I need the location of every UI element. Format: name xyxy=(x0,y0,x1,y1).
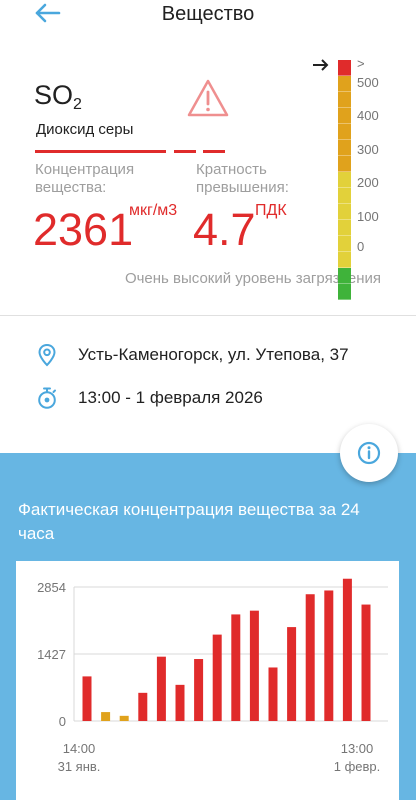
scale-segment xyxy=(338,108,351,124)
concentration-chart: 0 1427 2854 14:00 31 янв. 13:00 1 февр. xyxy=(37,578,388,774)
arrow-right-icon xyxy=(313,59,329,71)
location-row: Усть-Каменогорск, ул. Утепова, 37 xyxy=(0,335,416,375)
excess-value: 4.7 xyxy=(193,204,256,255)
bar xyxy=(342,578,352,721)
scale-segment xyxy=(338,156,351,172)
x-end-date-label: 1 февр. xyxy=(334,759,381,774)
formula-main: SO xyxy=(34,80,74,110)
bar xyxy=(82,676,92,721)
substance-screen: Вещество SO2 Диоксид серы Концентрация в… xyxy=(0,0,416,800)
scale-label: > xyxy=(357,56,365,71)
x-start-time-label: 14:00 xyxy=(63,741,96,756)
excess-underline-1 xyxy=(174,150,196,153)
bar xyxy=(231,614,241,721)
concentration-unit: мкг/м3 xyxy=(129,202,178,219)
app-header: Вещество xyxy=(0,0,416,44)
scale-segment xyxy=(338,60,351,76)
bar xyxy=(361,604,371,721)
chart-card: 0 1427 2854 14:00 31 янв. 13:00 1 февр. xyxy=(16,561,399,800)
scale-segment xyxy=(338,204,351,220)
concentration-value: 2361 xyxy=(33,204,134,255)
bar xyxy=(324,590,334,721)
concentration-label: Концентрация вещества: xyxy=(35,161,135,196)
scale-label: 0 xyxy=(357,239,365,254)
y-tick-label: 0 xyxy=(59,714,66,729)
concentration-underline xyxy=(35,150,166,153)
excess-unit: ПДК xyxy=(255,202,287,219)
scale-segment xyxy=(338,252,351,268)
scale-segment xyxy=(338,268,351,284)
time-row: 13:00 - 1 февраля 2026 xyxy=(0,378,416,418)
scale-segment xyxy=(338,236,351,252)
scale-segment xyxy=(338,140,351,156)
page-title: Вещество xyxy=(161,3,255,25)
bar xyxy=(268,667,278,721)
stopwatch-icon xyxy=(38,387,56,409)
bar xyxy=(101,712,111,721)
x-start-date-label: 31 янв. xyxy=(58,759,101,774)
bar xyxy=(175,684,185,721)
bar xyxy=(119,715,129,721)
substance-card: SO2 Диоксид серы Концентрация вещества: … xyxy=(0,44,416,314)
info-icon xyxy=(357,441,381,465)
scale-segment xyxy=(338,188,351,204)
substance-formula: SO2 xyxy=(34,80,82,114)
bar xyxy=(156,656,166,721)
substance-name: Диоксид серы xyxy=(36,121,134,138)
bar xyxy=(249,610,259,721)
scale-segment xyxy=(338,284,351,300)
bar xyxy=(138,692,148,721)
bar xyxy=(212,634,222,721)
x-end-time-label: 13:00 xyxy=(341,741,374,756)
scale-segment xyxy=(338,124,351,140)
scale-segment xyxy=(338,220,351,236)
scale-label: 200 xyxy=(357,175,379,190)
y-tick-label: 2854 xyxy=(37,580,66,595)
scale-segment xyxy=(338,172,351,188)
location-pin-icon xyxy=(38,343,56,367)
pollution-scale xyxy=(338,60,351,300)
warning-triangle-icon xyxy=(187,79,229,117)
bar xyxy=(287,627,297,721)
scale-label: 500 xyxy=(357,75,379,90)
scale-segment xyxy=(338,92,351,108)
chart-panel: Фактическая концентрация вещества за 24 … xyxy=(0,453,416,800)
y-tick-label: 1427 xyxy=(37,647,66,662)
scale-label: 100 xyxy=(357,209,379,224)
scale-label: 400 xyxy=(357,108,379,123)
location-text: Усть-Каменогорск, ул. Утепова, 37 xyxy=(78,345,349,364)
chart-title: Фактическая концентрация вещества за 24 … xyxy=(18,500,360,543)
bar xyxy=(194,659,204,721)
scale-label: 300 xyxy=(357,142,379,157)
divider xyxy=(0,315,416,316)
time-text: 13:00 - 1 февраля 2026 xyxy=(78,388,263,407)
bar xyxy=(305,594,315,721)
excess-underline-2 xyxy=(203,150,225,153)
scale-segment xyxy=(338,76,351,92)
formula-subscript: 2 xyxy=(73,96,82,113)
info-button[interactable] xyxy=(340,424,398,482)
excess-label: Кратность превышения: xyxy=(196,161,289,196)
